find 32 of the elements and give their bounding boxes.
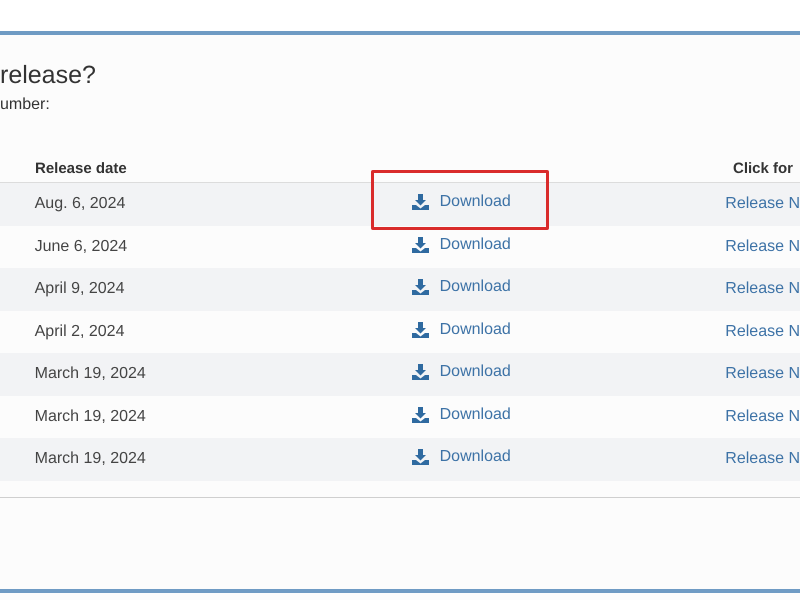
release-notes-link[interactable]: Release N (725, 195, 800, 212)
download-icon (412, 236, 429, 253)
release-date: April 2, 2024 (34, 322, 124, 340)
release-notes-link[interactable]: Release N (725, 450, 800, 468)
column-header: Release date (35, 160, 127, 177)
release-notes-link[interactable]: Release N (725, 365, 800, 382)
release-notes-link[interactable]: Release N (725, 280, 800, 298)
download-link[interactable]: Download (412, 190, 511, 214)
release-date: March 19, 2024 (34, 365, 146, 382)
download-icon (412, 406, 429, 423)
release-notes-link[interactable]: Release N (725, 322, 800, 340)
download-icon (412, 279, 429, 296)
download-icon (412, 364, 429, 380)
release-date: April 9, 2024 (34, 280, 124, 298)
column-header: Click for (733, 160, 794, 177)
page-heading: release? (0, 60, 96, 91)
download-link[interactable]: Download (412, 318, 511, 342)
release-date: June 6, 2024 (34, 238, 128, 255)
download-link[interactable]: Download (412, 445, 511, 470)
download-link[interactable]: Download (412, 275, 511, 300)
release-notes-link[interactable]: Release N (725, 408, 800, 425)
download-icon (412, 449, 429, 466)
download-link[interactable]: Download (412, 360, 511, 384)
download-icon (412, 322, 429, 338)
release-notes-link[interactable]: Release N (725, 238, 800, 255)
release-date: March 19, 2024 (34, 408, 146, 425)
download-link[interactable]: Download (412, 402, 511, 427)
release-date: Aug. 6, 2024 (34, 195, 126, 212)
prompt-text: umber: (0, 95, 50, 115)
download-icon (412, 194, 429, 210)
release-date: March 19, 2024 (34, 450, 146, 468)
download-link[interactable]: Download (412, 232, 511, 257)
